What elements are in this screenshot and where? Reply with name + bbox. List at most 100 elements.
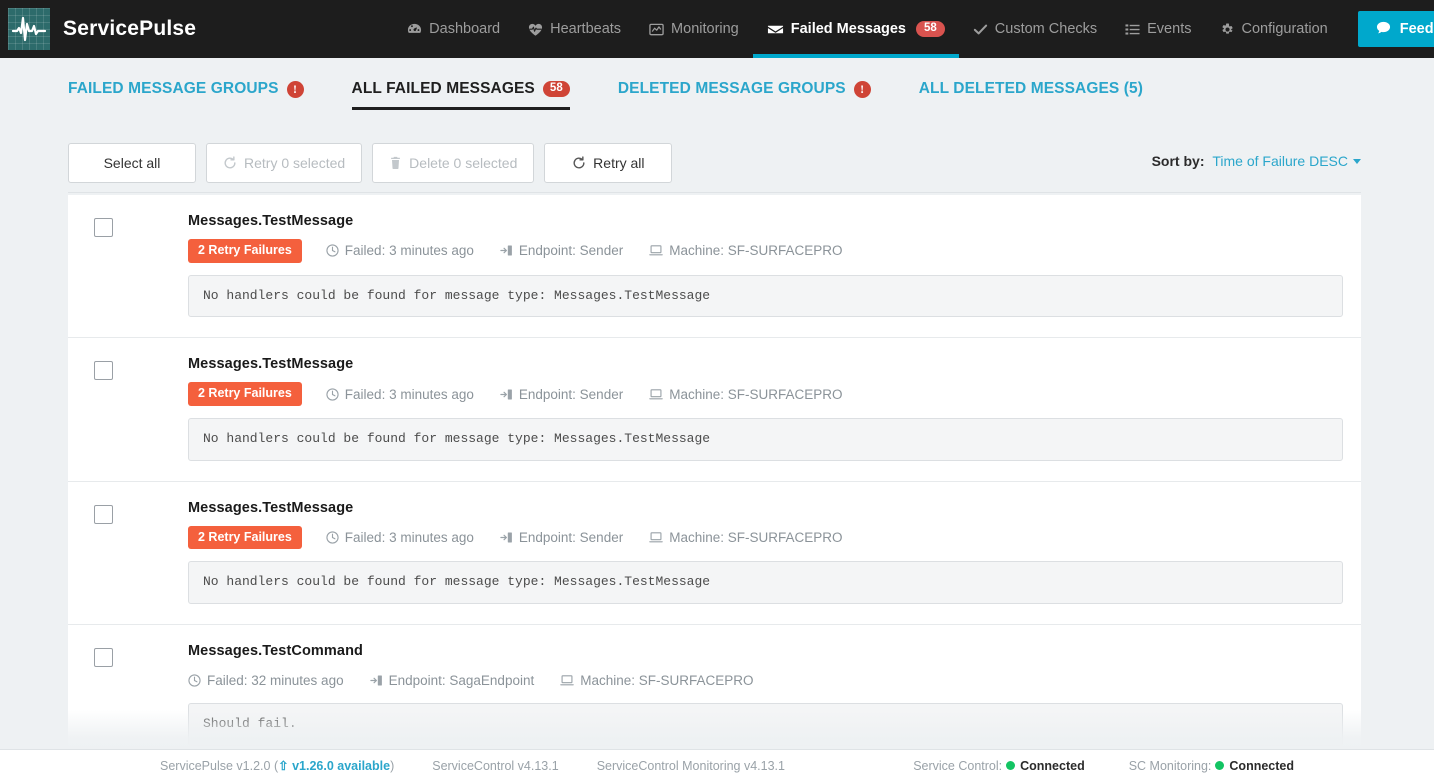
toolbar: Select all Retry 0 selected Delete 0 sel… <box>68 143 1361 183</box>
message-meta: 2 Retry Failures Failed: 3 minutes ago E… <box>188 382 1343 406</box>
message-meta: Failed: 32 minutes ago Endpoint: SagaEnd… <box>188 669 1343 691</box>
tab-failed-message-groups[interactable]: FAILED MESSAGE GROUPS ! <box>68 80 304 110</box>
row-checkbox[interactable] <box>94 648 113 668</box>
nav-item-label: Events <box>1147 21 1192 37</box>
endpoint-icon <box>369 674 383 687</box>
comment-icon <box>1376 20 1391 39</box>
nav-item-monitoring[interactable]: Monitoring <box>635 0 753 58</box>
retry-failures-badge: 2 Retry Failures <box>188 525 302 550</box>
nav-item-label: Monitoring <box>671 21 739 37</box>
retry-selected-button[interactable]: Retry 0 selected <box>206 143 363 183</box>
delete-selected-button[interactable]: Delete 0 selected <box>372 143 535 183</box>
row-checkbox[interactable] <box>94 361 113 381</box>
button-label: Retry all <box>593 155 645 171</box>
service-control-label: Service Control: <box>913 758 1003 773</box>
envelope-icon <box>767 21 784 38</box>
footer-connections: Service Control: Connected SC Monitoring:… <box>913 759 1294 773</box>
table-row[interactable]: Messages.TestCommand Failed: 32 minutes … <box>68 625 1361 750</box>
sort-by-label: Sort by: <box>1151 153 1205 169</box>
meta-endpoint: Endpoint: Sender <box>500 243 623 258</box>
sort-by-value[interactable]: Time of Failure DESC <box>1212 153 1348 169</box>
row-checkbox-cell <box>68 643 188 746</box>
top-navbar: ServicePulse Dashboard Heartbeats Monito… <box>0 0 1434 58</box>
nav-item-events[interactable]: Events <box>1111 0 1205 58</box>
nav-item-dashboard[interactable]: Dashboard <box>393 0 514 58</box>
nav-item-configuration[interactable]: Configuration <box>1205 0 1341 58</box>
tab-deleted-message-groups[interactable]: DELETED MESSAGE GROUPS ! <box>618 80 871 110</box>
trash-icon <box>389 156 402 170</box>
table-row[interactable]: Messages.TestMessage 2 Retry Failures Fa… <box>68 195 1361 339</box>
tab-all-failed-messages[interactable]: ALL FAILED MESSAGES 58 <box>351 80 571 110</box>
retry-all-button[interactable]: Retry all <box>544 143 673 183</box>
clock-icon <box>326 531 339 544</box>
status-dot-icon <box>1215 760 1225 770</box>
meta-text: Failed: 32 minutes ago <box>207 672 344 688</box>
chevron-down-icon[interactable] <box>1353 159 1361 164</box>
table-row[interactable]: Messages.TestMessage 2 Retry Failures Fa… <box>68 481 1361 626</box>
meta-machine: Machine: SF-SURFACEPRO <box>649 386 843 402</box>
sc-monitoring-label: SC Monitoring: <box>1128 758 1212 773</box>
error-message: No handlers could be found for message t… <box>188 274 1343 318</box>
error-message: Should fail. <box>188 703 1343 747</box>
alert-icon: ! <box>286 80 304 98</box>
message-meta: 2 Retry Failures Failed: 3 minutes ago E… <box>188 239 1343 263</box>
tab-label: FAILED MESSAGE GROUPS <box>68 80 279 97</box>
service-control-status: Service Control: Connected <box>913 759 1085 773</box>
meta-endpoint: Endpoint: Sender <box>500 387 623 402</box>
row-content: Messages.TestMessage 2 Retry Failures Fa… <box>188 213 1361 318</box>
row-checkbox-cell <box>68 500 188 604</box>
brand[interactable]: ServicePulse <box>0 8 196 50</box>
meta-machine: Machine: SF-SURFACEPRO <box>560 673 754 688</box>
message-type: Messages.TestMessage <box>188 356 354 373</box>
nav-item-label: Dashboard <box>429 21 501 37</box>
sc-monitoring-status: SC Monitoring: Connected <box>1129 759 1294 773</box>
meta-machine: Machine: SF-SURFACEPRO <box>649 530 843 545</box>
nav-items: Dashboard Heartbeats Monitoring Failed M… <box>393 0 1342 58</box>
list-icon <box>1125 22 1140 37</box>
failed-messages-list[interactable]: Messages.TestMessage 2 Retry Failures Fa… <box>68 195 1361 750</box>
meta-text: Endpoint: Sender <box>518 386 624 402</box>
meta-endpoint: Endpoint: Sender <box>500 530 623 545</box>
retry-failures-badge: 2 Retry Failures <box>188 382 302 406</box>
machine-icon <box>560 674 574 687</box>
endpoint-icon <box>500 531 513 544</box>
nav-badge-count: 58 <box>916 20 945 38</box>
meta-text: Failed: 3 minutes ago <box>344 386 474 402</box>
sort-by: Sort by: Time of Failure DESC <box>1152 153 1361 169</box>
row-content: Messages.TestMessage 2 Retry Failures Fa… <box>188 500 1361 605</box>
row-checkbox[interactable] <box>94 218 113 237</box>
service-control-state: Connected <box>1020 758 1085 773</box>
table-row[interactable]: Messages.TestMessage 2 Retry Failures Fa… <box>68 338 1361 482</box>
heartbeat-icon <box>528 22 543 37</box>
nav-item-failed-messages[interactable]: Failed Messages 58 <box>752 0 959 58</box>
button-label: Retry 0 selected <box>244 155 346 171</box>
monitoring-icon <box>649 22 664 37</box>
servicepulse-version-end: ) <box>390 759 395 773</box>
meta-text: Endpoint: SagaEndpoint <box>388 672 535 688</box>
row-checkbox[interactable] <box>94 504 113 524</box>
tab-label: ALL DELETED MESSAGES (5) <box>918 80 1144 97</box>
feedback-button[interactable]: Feedback <box>1357 11 1434 47</box>
meta-text: Failed: 3 minutes ago <box>344 243 474 259</box>
retry-icon <box>223 156 237 170</box>
update-available-link[interactable]: ⇧ v1.26.0 available <box>278 759 390 773</box>
servicecontrol-version: ServiceControl v4.13.1 <box>432 758 559 773</box>
tabbar: FAILED MESSAGE GROUPS ! ALL FAILED MESSA… <box>0 58 1434 193</box>
row-content: Messages.TestMessage 2 Retry Failures Fa… <box>188 356 1361 461</box>
tab-all-deleted-messages[interactable]: ALL DELETED MESSAGES (5) <box>919 80 1143 110</box>
tab-label: DELETED MESSAGE GROUPS <box>617 80 846 97</box>
meta-endpoint: Endpoint: SagaEndpoint <box>369 672 535 688</box>
select-all-button[interactable]: Select all <box>68 143 196 183</box>
tab-label: ALL FAILED MESSAGES <box>351 80 535 97</box>
status-footer: ServicePulse v1.2.0 (⇧ v1.26.0 available… <box>0 749 1434 781</box>
meta-text: Endpoint: Sender <box>518 243 624 259</box>
meta-machine: Machine: SF-SURFACEPRO <box>649 243 843 258</box>
nav-item-heartbeats[interactable]: Heartbeats <box>514 0 635 58</box>
nav-item-custom-checks[interactable]: Custom Checks <box>959 0 1111 58</box>
scmonitoring-version: ServiceControl Monitoring v4.13.1 <box>596 758 785 773</box>
error-message: No handlers could be found for message t… <box>188 417 1343 461</box>
nav-item-label: Configuration <box>1241 21 1328 37</box>
meta-text: Machine: SF-SURFACEPRO <box>669 386 843 402</box>
nav-item-label: Heartbeats <box>550 21 622 37</box>
endpoint-icon <box>500 388 513 401</box>
